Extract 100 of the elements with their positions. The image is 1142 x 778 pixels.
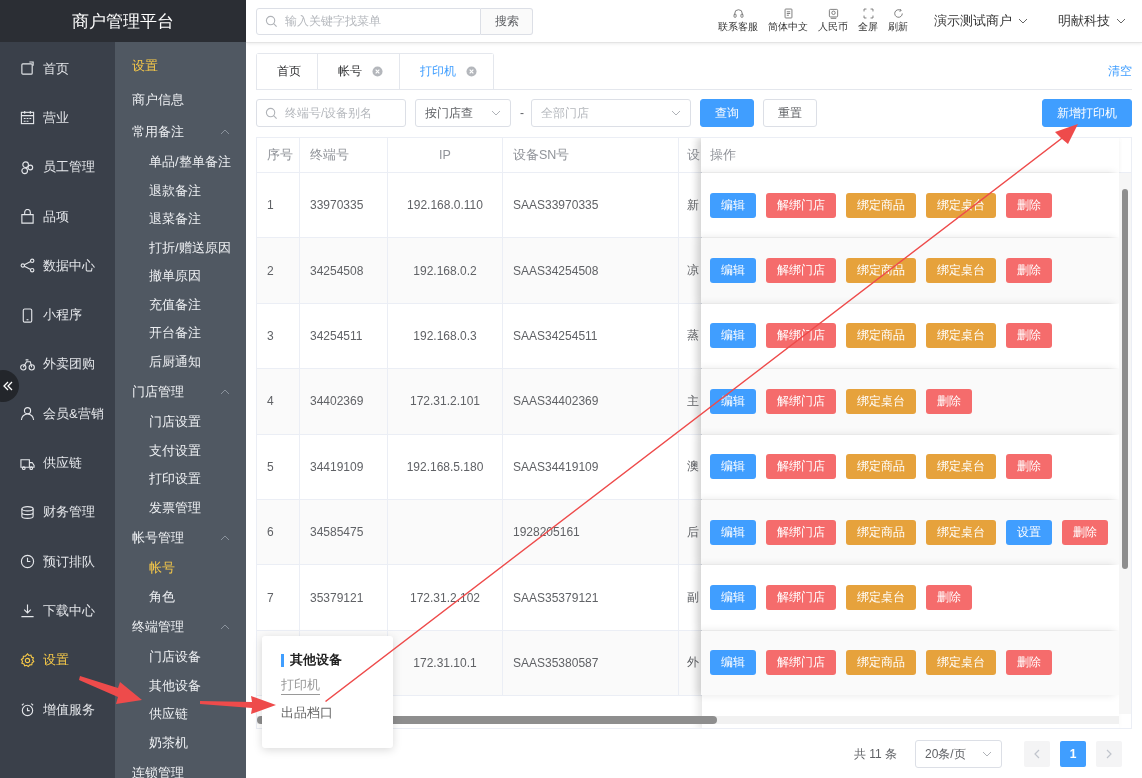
submenu-group[interactable]: 门店管理 <box>115 376 246 408</box>
vertical-scrollbar[interactable] <box>1119 173 1131 714</box>
table-cell-text: 副 <box>686 589 700 607</box>
toolbar-button[interactable]: 联系客服 <box>716 8 760 34</box>
document-icon <box>782 8 794 19</box>
toolbar-button[interactable]: 刷新 <box>886 8 910 34</box>
toolbar-button[interactable]: 简体中文 <box>766 8 810 34</box>
terminal-search-field[interactable]: 终端号/设备别名 <box>256 99 406 127</box>
submenu-item[interactable]: 其他设备 <box>115 671 246 700</box>
nav-item[interactable]: 会员&营销 <box>0 389 115 439</box>
table-cell: 7 <box>257 565 300 630</box>
submenu-item[interactable]: 门店设置 <box>115 408 246 437</box>
table-cell: 35379121 <box>300 565 388 630</box>
alarm-clock-icon <box>20 702 35 717</box>
table-cell: 192.168.0.3 <box>388 303 503 369</box>
submenu-item[interactable]: 退款备注 <box>115 176 246 205</box>
chevron-down-icon <box>491 110 501 116</box>
table-cell: SAAS35379121 <box>503 565 679 630</box>
submenu-group[interactable]: 帐号管理 <box>115 522 246 554</box>
chevron-up-icon <box>220 389 230 395</box>
account-menu[interactable]: 演示测试商户 <box>928 11 1034 31</box>
nav-item[interactable]: 设置 <box>0 635 115 685</box>
nav-item[interactable]: 增值服务 <box>0 684 115 735</box>
table-cell: 后 <box>679 499 701 565</box>
menu-search-field[interactable]: 输入关键字找菜单 <box>256 7 481 35</box>
reset-button[interactable]: 重置 <box>763 99 817 127</box>
page-size-select[interactable]: 20条/页 <box>915 740 1002 768</box>
popup-title: 其他设备 <box>281 654 342 667</box>
calendar-icon <box>20 110 35 126</box>
refresh-icon <box>892 8 904 19</box>
account-menu[interactable]: 明献科技 <box>1052 11 1132 31</box>
column-header: 终端号 <box>300 138 388 172</box>
submenu-item[interactable]: 开台备注 <box>115 319 246 348</box>
nav-item[interactable]: 品项 <box>0 191 115 242</box>
submenu-item[interactable]: 打印设置 <box>115 465 246 494</box>
table-cell-text: 澳 <box>686 458 700 476</box>
toolbar-button[interactable]: 全屏 <box>856 8 880 34</box>
table-cell: 192.168.5.180 <box>388 434 503 499</box>
submenu-item[interactable]: 后厨通知 <box>115 347 246 376</box>
submenu-item[interactable]: 门店设备 <box>115 643 246 672</box>
table-cell: 2 <box>257 238 300 303</box>
table-cell: 3 <box>257 303 300 369</box>
table-cell: 172.31.2.101 <box>388 369 503 434</box>
column-header: 设 <box>686 146 701 164</box>
bag-icon <box>20 209 35 225</box>
nav-item[interactable]: 供应链 <box>0 438 115 488</box>
submenu-item[interactable]: 充值备注 <box>115 290 246 319</box>
close-icon[interactable] <box>372 66 383 77</box>
submenu-item[interactable]: 退菜备注 <box>115 205 246 234</box>
table-cell: 外 <box>679 630 701 696</box>
chevron-up-icon <box>220 535 230 541</box>
table-cell: SAAS33970335 <box>503 173 679 238</box>
table-cell: 34402369 <box>300 369 388 434</box>
bicycle-icon <box>20 356 35 372</box>
nav-item[interactable]: 营业 <box>0 93 115 143</box>
nav-item[interactable]: 财务管理 <box>0 487 115 537</box>
nav-item[interactable]: 下载中心 <box>0 586 115 636</box>
nav-item[interactable]: 首页 <box>0 44 115 94</box>
submenu-item[interactable]: 发票管理 <box>115 493 246 522</box>
submenu-item[interactable]: 供应链 <box>115 700 246 729</box>
submenu-item[interactable]: 角色 <box>115 582 246 611</box>
nav-item[interactable]: 小程序 <box>0 290 115 340</box>
clock-icon <box>20 554 35 570</box>
submenu-group[interactable]: 终端管理 <box>115 611 246 643</box>
previous-page-button[interactable] <box>1024 741 1050 767</box>
submenu-title: 设置 <box>132 57 158 75</box>
table-cell: SAAS34402369 <box>503 369 679 434</box>
table-cell: 4 <box>257 369 300 434</box>
table-cell: SAAS34254511 <box>503 303 679 369</box>
double-chevron-left-icon <box>2 380 14 392</box>
submenu-item[interactable]: 打折/赠送原因 <box>115 233 246 262</box>
annotation-arrow <box>79 676 142 704</box>
submenu-item[interactable]: 商户信息 <box>115 84 246 116</box>
submenu-item[interactable]: 支付设置 <box>115 436 246 465</box>
search-button[interactable]: 搜索 <box>481 7 533 35</box>
close-icon[interactable] <box>466 66 477 77</box>
nav-item[interactable]: 预订排队 <box>0 536 115 587</box>
nav-item[interactable]: 员工管理 <box>0 142 115 192</box>
people-icon <box>20 159 35 175</box>
chevron-right-icon <box>1106 749 1112 759</box>
submenu-item[interactable]: 撤单原因 <box>115 262 246 291</box>
submenu-item[interactable]: 帐号 <box>115 554 246 583</box>
nav-item[interactable]: 外卖团购 <box>0 339 115 390</box>
submenu-item[interactable]: 单品/整单备注 <box>115 148 246 177</box>
total-count: 共 11 条 <box>853 745 897 763</box>
table-cell: 34585475 <box>300 499 388 565</box>
table-cell: 172.31.10.1 <box>388 630 503 696</box>
toolbar-button[interactable]: 人民币 <box>816 8 850 34</box>
column-header: 设备SN号 <box>503 138 679 172</box>
mode-select[interactable]: 按门店查 <box>415 99 511 127</box>
submenu-item[interactable]: 奶茶机 <box>115 728 246 757</box>
column-header: 序号 <box>257 138 300 172</box>
table-cell: 34254511 <box>300 303 388 369</box>
submenu-group[interactable]: 常用备注 <box>115 116 246 148</box>
next-page-button[interactable] <box>1096 741 1122 767</box>
column-header: 操作 <box>710 146 736 164</box>
popup-item[interactable]: 出品档口 <box>281 705 333 722</box>
database-icon <box>20 504 35 520</box>
download-icon <box>20 603 35 619</box>
nav-item[interactable]: 数据中心 <box>0 241 115 291</box>
